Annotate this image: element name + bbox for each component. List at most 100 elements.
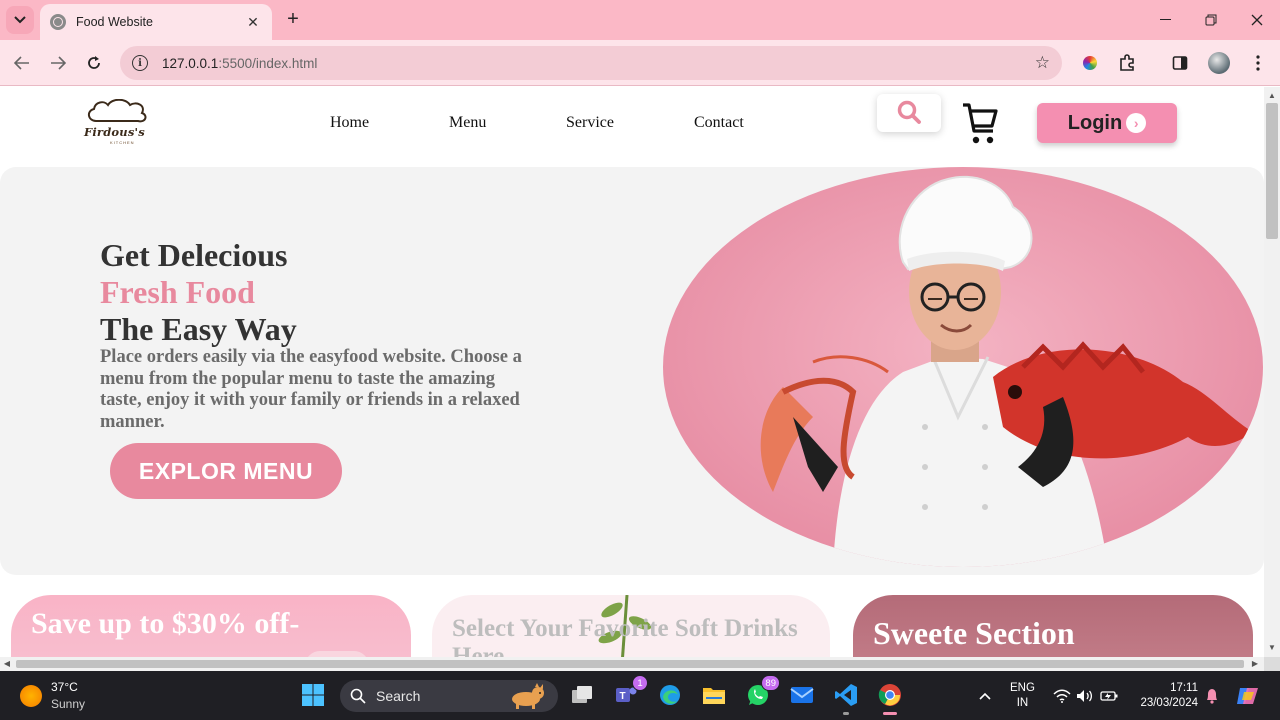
battery-button[interactable] [1100,671,1118,720]
edge-button[interactable] [656,681,684,709]
minimize-button[interactable] [1143,0,1189,40]
chevron-down-icon [14,16,26,24]
arrow-left-icon [14,56,29,70]
new-tab-button[interactable]: + [282,8,304,32]
close-icon [1251,14,1263,26]
file-explorer-button[interactable] [700,681,728,709]
restore-button[interactable] [1188,0,1234,40]
mail-button[interactable] [788,681,816,709]
notifications-button[interactable] [1205,671,1219,720]
folder-icon [703,688,725,704]
start-button[interactable] [299,681,327,709]
site-info-icon[interactable]: i [132,55,148,71]
teams-badge: 1 [632,675,648,691]
browser-tab-strip: Food Website ✕ + [0,0,1280,40]
copilot-button[interactable] [1235,671,1261,720]
logo-text: Firdous's [84,125,145,139]
profile-button[interactable] [1208,52,1230,74]
search-icon [897,100,921,124]
vscode-button[interactable] [832,681,860,715]
chevron-right-icon: › [1126,113,1147,133]
scroll-left-icon[interactable]: ◀ [0,657,14,671]
bookmark-star-icon[interactable]: ☆ [1035,53,1050,73]
clock[interactable]: 17:11 23/03/2024 [1130,681,1198,711]
taskbar-search[interactable]: Search [340,680,558,712]
browser-tab[interactable]: Food Website ✕ [40,4,272,40]
url-path: :5500/index.html [218,55,318,71]
weather-condition[interactable]: Sunny [51,697,85,711]
nav-menu[interactable]: Menu [449,114,486,132]
horizontal-scrollbar[interactable]: ◀ ▶ [0,657,1264,671]
sweets-card[interactable]: Sweete Section [853,595,1253,657]
address-bar[interactable]: i 127.0.0.1:5500/index.html ☆ [120,46,1062,80]
teams-button[interactable]: T 1 [612,675,648,709]
windows-logo-icon [302,684,324,706]
browser-menu-button[interactable] [1247,52,1269,74]
side-panel-icon [1172,56,1188,70]
sun-icon[interactable] [20,685,42,707]
vertical-scrollbar[interactable]: ▲ ▼ [1264,87,1280,657]
language-indicator[interactable]: ENG IN [1010,681,1035,711]
chevron-up-icon [979,692,991,700]
url-text[interactable]: 127.0.0.1:5500/index.html [162,56,1035,71]
svg-text:T: T [620,691,626,702]
hero-description: Place orders easily via the easyfood web… [100,347,522,432]
browser-toolbar: i 127.0.0.1:5500/index.html ☆ [0,40,1280,86]
bell-icon [1207,688,1217,704]
login-label: Login [1067,111,1123,134]
sweets-card-title: Sweete Section [873,615,1075,651]
globe-icon [50,14,66,30]
login-button[interactable]: Login › [1037,103,1177,143]
copilot-icon [1237,687,1258,704]
network-button[interactable] [1053,671,1071,720]
windows-taskbar: 37°C Sunny Search T 1 89 ENG IN 17:11 23… [0,671,1280,720]
scroll-down-icon[interactable]: ▼ [1264,641,1280,655]
running-indicator [843,712,849,715]
tab-title: Food Website [76,15,153,29]
wifi-icon [1053,689,1071,703]
reload-button[interactable] [82,51,106,75]
vscode-icon [835,684,857,706]
tray-overflow-button[interactable] [978,671,992,720]
explore-menu-button[interactable]: EXPLOR MENU [110,443,342,499]
scrollbar-corner [1264,657,1280,671]
hero-heading-line-2: Fresh Food [100,274,255,310]
nav-contact[interactable]: Contact [694,114,744,132]
hero-heading-line-1: Get Delecious [100,237,288,273]
weather-temperature[interactable]: 37°C [51,680,78,694]
horizontal-scroll-thumb[interactable] [16,660,1244,668]
whatsapp-badge: 89 [761,675,780,691]
task-view-button[interactable] [568,681,596,709]
cart-icon[interactable] [960,99,1000,147]
side-panel-button[interactable] [1169,52,1191,74]
region-code: IN [1016,697,1029,709]
offer-card[interactable]: Save up to $30% off- [11,595,411,657]
reload-icon [88,56,100,69]
chrome-icon [878,684,901,706]
active-app-indicator [883,712,897,715]
search-icon [350,688,366,704]
search-button[interactable] [877,94,941,132]
hero-section: Get Delecious Fresh Food The Easy Way Pl… [0,167,1264,575]
scroll-up-icon[interactable]: ▲ [1264,89,1280,103]
soft-drinks-card[interactable]: Select Your Favorite Soft Drinks Here [432,595,830,657]
nav-service[interactable]: Service [566,114,614,132]
nav-home[interactable]: Home [330,114,369,132]
color-extension-button[interactable] [1079,52,1101,74]
volume-button[interactable] [1076,671,1094,720]
forward-button[interactable] [46,51,70,75]
color-wheel-icon [1083,56,1097,70]
page-viewport: Firdous's KITCHEN Home Menu Service Cont… [0,87,1264,657]
close-window-button[interactable] [1234,0,1280,40]
vertical-scroll-thumb[interactable] [1266,103,1278,239]
clock-date: 23/03/2024 [1140,697,1198,709]
whatsapp-button[interactable]: 89 [744,675,780,709]
scroll-right-icon[interactable]: ▶ [1248,657,1262,671]
close-tab-icon[interactable]: ✕ [244,14,262,31]
back-button[interactable] [10,51,34,75]
chrome-button[interactable] [876,681,904,715]
edge-icon [660,685,680,705]
puzzle-icon [1120,54,1134,71]
tab-search-button[interactable] [6,6,34,34]
extensions-button[interactable] [1116,52,1138,74]
